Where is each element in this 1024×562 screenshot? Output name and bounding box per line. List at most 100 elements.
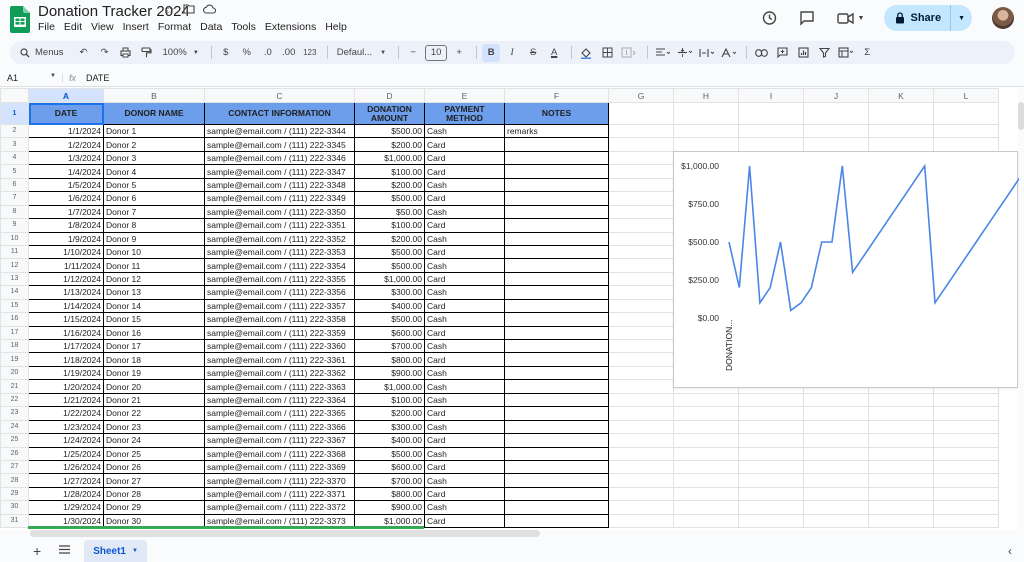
empty-cell[interactable] bbox=[868, 513, 934, 529]
empty-cell[interactable] bbox=[738, 500, 804, 515]
row-header[interactable]: 1 bbox=[0, 102, 29, 125]
row-header[interactable]: 18 bbox=[0, 338, 29, 354]
empty-cell[interactable] bbox=[933, 406, 999, 421]
row-header[interactable]: 4 bbox=[0, 150, 29, 166]
data-cell[interactable]: $400.00 bbox=[354, 433, 425, 448]
empty-cell[interactable] bbox=[608, 446, 674, 461]
data-cell[interactable] bbox=[504, 204, 609, 220]
row-header[interactable]: 15 bbox=[0, 298, 29, 314]
empty-cell[interactable] bbox=[738, 102, 804, 125]
font-select[interactable]: Defaul... ▼ bbox=[333, 44, 390, 62]
data-cell[interactable]: Cash bbox=[424, 231, 505, 246]
empty-cell[interactable] bbox=[608, 500, 674, 515]
empty-cell[interactable] bbox=[608, 164, 674, 179]
empty-cell[interactable] bbox=[738, 513, 804, 529]
data-cell[interactable]: Donor 26 bbox=[103, 459, 205, 475]
data-cell[interactable]: Donor 21 bbox=[103, 392, 205, 408]
data-cell[interactable]: sample@email.com / (111) 222-3360 bbox=[204, 338, 355, 354]
column-header-c[interactable]: C bbox=[204, 88, 355, 103]
menu-edit[interactable]: Edit bbox=[64, 21, 82, 33]
data-cell[interactable] bbox=[504, 298, 609, 314]
empty-cell[interactable] bbox=[608, 352, 674, 367]
header-cell[interactable]: NOTES bbox=[504, 102, 609, 125]
data-cell[interactable]: 1/28/2024 bbox=[28, 486, 104, 502]
data-cell[interactable]: Card bbox=[424, 406, 505, 421]
data-cell[interactable]: sample@email.com / (111) 222-3354 bbox=[204, 258, 355, 273]
data-cell[interactable]: Card bbox=[424, 244, 505, 260]
data-cell[interactable]: Donor 24 bbox=[103, 433, 205, 448]
data-cell[interactable]: Donor 11 bbox=[103, 258, 205, 273]
data-cell[interactable]: $100.00 bbox=[354, 392, 425, 408]
data-cell[interactable]: 1/18/2024 bbox=[28, 352, 104, 367]
empty-cell[interactable] bbox=[933, 137, 999, 152]
data-cell[interactable] bbox=[504, 258, 609, 273]
data-cell[interactable]: Donor 13 bbox=[103, 285, 205, 300]
data-cell[interactable]: sample@email.com / (111) 222-3359 bbox=[204, 325, 355, 341]
empty-cell[interactable] bbox=[738, 486, 804, 502]
data-cell[interactable]: Card bbox=[424, 298, 505, 314]
data-cell[interactable]: $600.00 bbox=[354, 459, 425, 475]
menu-insert[interactable]: Insert bbox=[123, 21, 149, 33]
row-header[interactable]: 21 bbox=[0, 379, 29, 394]
data-cell[interactable]: sample@email.com / (111) 222-3357 bbox=[204, 298, 355, 314]
menu-view[interactable]: View bbox=[91, 21, 114, 33]
text-color-button[interactable]: A bbox=[545, 44, 563, 62]
data-cell[interactable]: $800.00 bbox=[354, 486, 425, 502]
row-header[interactable]: 19 bbox=[0, 352, 29, 367]
empty-cell[interactable] bbox=[608, 338, 674, 354]
data-cell[interactable] bbox=[504, 271, 609, 287]
empty-cell[interactable] bbox=[673, 486, 739, 502]
data-cell[interactable]: 1/17/2024 bbox=[28, 338, 104, 354]
data-cell[interactable]: sample@email.com / (111) 222-3356 bbox=[204, 285, 355, 300]
empty-cell[interactable] bbox=[803, 459, 869, 475]
data-cell[interactable] bbox=[504, 446, 609, 461]
data-cell[interactable]: 1/8/2024 bbox=[28, 218, 104, 233]
data-cell[interactable]: Donor 20 bbox=[103, 379, 205, 394]
empty-cell[interactable] bbox=[868, 433, 934, 448]
data-cell[interactable]: $50.00 bbox=[354, 204, 425, 220]
data-cell[interactable]: 1/9/2024 bbox=[28, 231, 104, 246]
data-cell[interactable]: $500.00 bbox=[354, 312, 425, 327]
data-cell[interactable]: 1/27/2024 bbox=[28, 473, 104, 488]
empty-cell[interactable] bbox=[803, 123, 869, 139]
empty-cell[interactable] bbox=[608, 244, 674, 260]
text-wrapping-icon[interactable] bbox=[697, 44, 716, 62]
decrease-decimal-button[interactable]: .0 bbox=[259, 44, 277, 62]
data-cell[interactable]: $900.00 bbox=[354, 365, 425, 381]
empty-cell[interactable] bbox=[608, 285, 674, 300]
data-cell[interactable]: Cash bbox=[424, 473, 505, 488]
comments-icon[interactable] bbox=[798, 9, 816, 27]
empty-cell[interactable] bbox=[933, 102, 999, 125]
data-cell[interactable]: 1/16/2024 bbox=[28, 325, 104, 341]
data-cell[interactable] bbox=[504, 473, 609, 488]
data-cell[interactable]: $100.00 bbox=[354, 218, 425, 233]
empty-cell[interactable] bbox=[673, 446, 739, 461]
empty-cell[interactable] bbox=[803, 433, 869, 448]
data-cell[interactable]: sample@email.com / (111) 222-3371 bbox=[204, 486, 355, 502]
data-cell[interactable] bbox=[504, 406, 609, 421]
row-header[interactable]: 26 bbox=[0, 446, 29, 461]
bold-button[interactable]: B bbox=[482, 43, 501, 62]
row-header[interactable]: 11 bbox=[0, 244, 29, 260]
data-cell[interactable]: $700.00 bbox=[354, 473, 425, 488]
column-header-l[interactable]: L bbox=[933, 88, 999, 103]
empty-cell[interactable] bbox=[803, 419, 869, 435]
data-cell[interactable]: Card bbox=[424, 352, 505, 367]
data-cell[interactable]: 1/11/2024 bbox=[28, 258, 104, 273]
data-cell[interactable] bbox=[504, 285, 609, 300]
percent-format-button[interactable]: % bbox=[238, 44, 256, 62]
empty-cell[interactable] bbox=[738, 459, 804, 475]
empty-cell[interactable] bbox=[933, 419, 999, 435]
empty-cell[interactable] bbox=[673, 137, 739, 152]
empty-cell[interactable] bbox=[608, 231, 674, 246]
data-cell[interactable]: Donor 23 bbox=[103, 419, 205, 435]
column-header-f[interactable]: F bbox=[504, 88, 609, 103]
row-header[interactable]: 12 bbox=[0, 258, 29, 273]
data-cell[interactable]: Card bbox=[424, 325, 505, 341]
column-header-b[interactable]: B bbox=[103, 88, 205, 103]
data-cell[interactable]: Donor 6 bbox=[103, 191, 205, 206]
data-cell[interactable]: sample@email.com / (111) 222-3364 bbox=[204, 392, 355, 408]
data-cell[interactable] bbox=[504, 500, 609, 515]
header-cell[interactable]: PAYMENT METHOD bbox=[424, 102, 505, 125]
all-sheets-icon[interactable] bbox=[59, 545, 71, 557]
